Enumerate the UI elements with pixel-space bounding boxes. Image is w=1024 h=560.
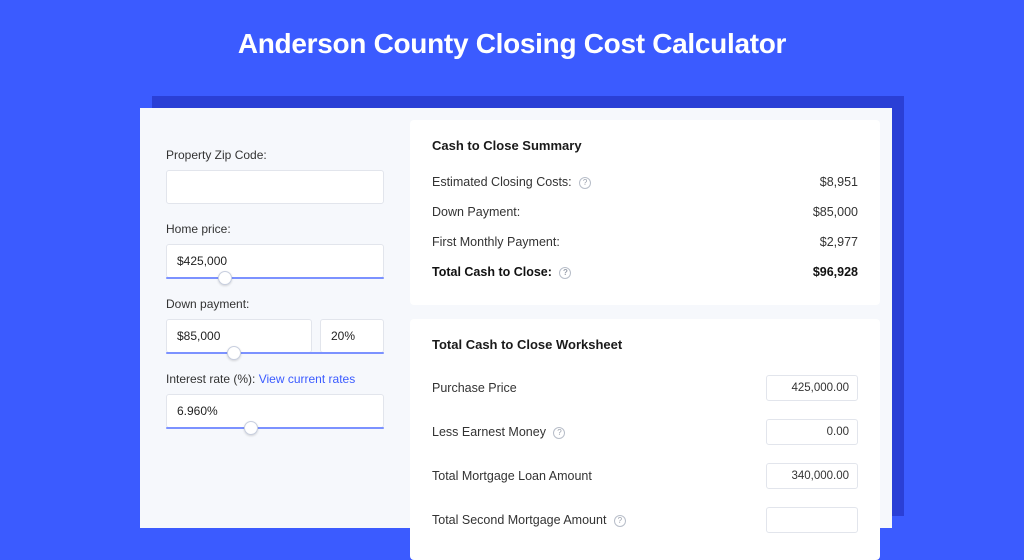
worksheet-row-value[interactable]: 425,000.00 xyxy=(766,375,858,401)
worksheet-row: Less Earnest Money ? 0.00 xyxy=(432,410,858,454)
home-price-label: Home price: xyxy=(166,222,384,236)
slider-track xyxy=(166,277,384,279)
interest-input[interactable] xyxy=(166,394,384,428)
help-icon[interactable]: ? xyxy=(553,427,565,439)
slider-track xyxy=(166,352,384,354)
interest-slider[interactable] xyxy=(166,427,384,429)
slider-thumb[interactable] xyxy=(218,271,232,285)
summary-row-label-text: Estimated Closing Costs: xyxy=(432,175,572,189)
worksheet-heading: Total Cash to Close Worksheet xyxy=(432,337,858,352)
summary-row-value: $8,951 xyxy=(820,175,858,189)
interest-field-group: Interest rate (%): View current rates xyxy=(166,372,384,429)
page-title: Anderson County Closing Cost Calculator xyxy=(0,0,1024,80)
summary-row-value: $2,977 xyxy=(820,235,858,249)
interest-label: Interest rate (%): View current rates xyxy=(166,372,384,386)
summary-total-label: Total Cash to Close: ? xyxy=(432,265,571,279)
worksheet-row-label-text: Total Second Mortgage Amount xyxy=(432,513,606,527)
help-icon[interactable]: ? xyxy=(579,177,591,189)
zip-field-group: Property Zip Code: xyxy=(166,148,384,204)
summary-row-label: Down Payment: xyxy=(432,205,520,219)
summary-row-label: Estimated Closing Costs: ? xyxy=(432,175,591,189)
summary-total-row: Total Cash to Close: ? $96,928 xyxy=(432,257,858,287)
zip-label: Property Zip Code: xyxy=(166,148,384,162)
worksheet-row-value[interactable] xyxy=(766,507,858,533)
summary-row: First Monthly Payment: $2,977 xyxy=(432,227,858,257)
worksheet-row-label: Total Mortgage Loan Amount xyxy=(432,469,592,483)
down-payment-label: Down payment: xyxy=(166,297,384,311)
down-payment-field-group: Down payment: xyxy=(166,297,384,354)
calculator-card: Property Zip Code: Home price: Down paym… xyxy=(140,108,892,528)
summary-row-value: $85,000 xyxy=(813,205,858,219)
worksheet-panel: Total Cash to Close Worksheet Purchase P… xyxy=(410,319,880,560)
slider-thumb[interactable] xyxy=(227,346,241,360)
worksheet-row: Total Second Mortgage Amount ? xyxy=(432,498,858,542)
summary-row-label: First Monthly Payment: xyxy=(432,235,560,249)
interest-label-text: Interest rate (%): xyxy=(166,372,255,386)
worksheet-row-value[interactable]: 0.00 xyxy=(766,419,858,445)
worksheet-row: Total Mortgage Loan Amount 340,000.00 xyxy=(432,454,858,498)
down-payment-pct-input[interactable] xyxy=(320,319,384,353)
home-price-input[interactable] xyxy=(166,244,384,278)
worksheet-row-label: Purchase Price xyxy=(432,381,517,395)
view-rates-link[interactable]: View current rates xyxy=(259,372,356,386)
slider-thumb[interactable] xyxy=(244,421,258,435)
slider-track xyxy=(166,427,384,429)
home-price-slider[interactable] xyxy=(166,277,384,279)
summary-panel: Cash to Close Summary Estimated Closing … xyxy=(410,120,880,305)
worksheet-row-value[interactable]: 340,000.00 xyxy=(766,463,858,489)
summary-total-label-text: Total Cash to Close: xyxy=(432,265,552,279)
worksheet-row-label-text: Less Earnest Money xyxy=(432,425,546,439)
summary-total-value: $96,928 xyxy=(813,265,858,279)
worksheet-row-label: Total Second Mortgage Amount ? xyxy=(432,513,626,527)
home-price-field-group: Home price: xyxy=(166,222,384,279)
help-icon[interactable]: ? xyxy=(614,515,626,527)
results-column: Cash to Close Summary Estimated Closing … xyxy=(410,120,880,516)
down-payment-slider[interactable] xyxy=(166,352,384,354)
summary-heading: Cash to Close Summary xyxy=(432,138,858,153)
inputs-panel: Property Zip Code: Home price: Down paym… xyxy=(152,120,398,516)
summary-row: Down Payment: $85,000 xyxy=(432,197,858,227)
worksheet-row: Purchase Price 425,000.00 xyxy=(432,366,858,410)
zip-input[interactable] xyxy=(166,170,384,204)
worksheet-row-label: Less Earnest Money ? xyxy=(432,425,565,439)
help-icon[interactable]: ? xyxy=(559,267,571,279)
summary-row: Estimated Closing Costs: ? $8,951 xyxy=(432,167,858,197)
